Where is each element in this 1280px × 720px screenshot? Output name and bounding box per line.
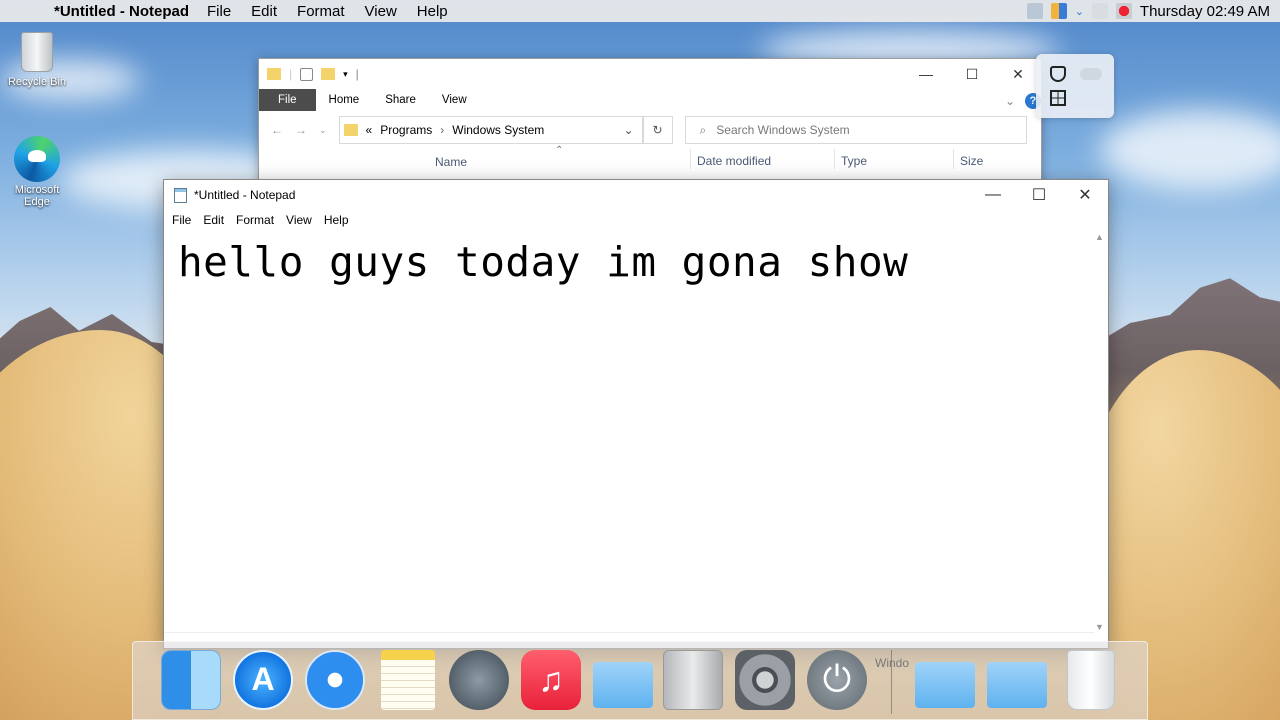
edge-icon (14, 136, 60, 182)
column-type[interactable]: Type (834, 149, 867, 169)
folder-icon (267, 68, 281, 80)
notepad-close-button[interactable]: ✕ (1062, 180, 1108, 210)
folder-icon (343, 124, 358, 136)
notepad-title: *Untitled - Notepad (194, 188, 296, 202)
vertical-scrollbar[interactable]: ▲ ▼ (1092, 230, 1108, 634)
explorer-address-row: ← → ⌄ « Programs › Windows System ⌄ ↻ ⌕ … (259, 111, 1041, 149)
documents-folder-icon[interactable] (987, 662, 1047, 708)
ribbon-tab-file[interactable]: File (259, 89, 316, 111)
file-list-header: ⌃ Name Date modified Type Size (259, 145, 1041, 175)
breadcrumb-item-windows-system[interactable]: Windows System (452, 123, 544, 137)
desktop-icon-microsoft-edge[interactable]: Microsoft Edge (0, 136, 74, 208)
notepad-menu-format[interactable]: Format (230, 213, 280, 227)
volume-muted-icon[interactable] (1115, 3, 1132, 19)
dock: A ♫ ⏻ Windo (132, 641, 1148, 720)
explorer-close-button[interactable]: ✕ (995, 59, 1041, 89)
menubar-help[interactable]: Help (417, 3, 448, 20)
desktop-icon-label: Recycle Bin (7, 76, 67, 88)
app-store-icon[interactable]: A (233, 650, 293, 710)
chevron-down-icon[interactable]: ⌄ (1075, 5, 1084, 18)
notepad-menubar: File Edit Format View Help (164, 210, 1108, 230)
back-arrow-icon[interactable]: ← (271, 123, 283, 137)
notepad-titlebar: *Untitled - Notepad (164, 180, 1108, 210)
grid-icon[interactable] (1050, 90, 1066, 106)
scroll-down-icon[interactable]: ▼ (1095, 622, 1104, 632)
notepad-menu-file[interactable]: File (166, 213, 197, 227)
network-icon[interactable] (1091, 3, 1108, 19)
desktop-icon-recycle-bin[interactable]: Recycle Bin (0, 32, 74, 88)
column-name[interactable]: Name (435, 155, 467, 169)
breadcrumb-prefix: « (365, 123, 373, 137)
store-tray-icon[interactable] (1050, 3, 1067, 19)
ribbon-tab-share[interactable]: Share (372, 89, 429, 111)
dock-ghost-label: Windo (875, 656, 910, 670)
notepad-tray-icon[interactable] (1026, 3, 1043, 19)
menubar-format[interactable]: Format (297, 3, 345, 20)
mac-menubar: *Untitled - Notepad File Edit Format Vie… (0, 0, 1280, 22)
safari-icon[interactable] (305, 650, 365, 710)
search-placeholder: Search Windows System (716, 123, 850, 137)
menubar-app-name[interactable]: *Untitled - Notepad (54, 3, 189, 20)
scroll-up-icon[interactable]: ▲ (1095, 232, 1104, 242)
forward-arrow-icon[interactable]: → (295, 123, 307, 137)
notepad-menu-help[interactable]: Help (318, 213, 355, 227)
column-size[interactable]: Size (953, 149, 983, 169)
menubar-edit[interactable]: Edit (251, 3, 277, 20)
refresh-icon: ↻ (652, 123, 663, 137)
library-folder-icon[interactable] (593, 662, 653, 708)
search-input[interactable]: ⌕ Search Windows System (684, 116, 1027, 144)
new-folder-icon[interactable] (321, 68, 336, 80)
tray-overflow-popup (1036, 54, 1114, 118)
recent-locations-icon[interactable]: ⌄ (319, 125, 327, 136)
mac-pro-icon[interactable] (663, 650, 723, 710)
properties-icon[interactable] (300, 67, 314, 81)
notepad-icon (174, 187, 187, 203)
trash-icon[interactable] (1067, 650, 1115, 710)
ribbon-tab-home[interactable]: Home (316, 89, 373, 111)
address-dropdown-icon[interactable]: ⌄ (623, 123, 633, 137)
shield-icon[interactable] (1050, 66, 1066, 82)
address-bar[interactable]: « Programs › Windows System ⌄ (338, 116, 643, 144)
notepad-window: *Untitled - Notepad — ☐ ✕ File Edit Form… (163, 179, 1109, 649)
menubar-view[interactable]: View (365, 3, 397, 20)
desktop-icon-label: Microsoft Edge (14, 184, 60, 208)
explorer-maximize-button[interactable]: ☐ (949, 59, 995, 89)
power-icon[interactable]: ⏻ (807, 650, 867, 710)
explorer-ribbon: File Home Share View (259, 89, 1041, 111)
notepad-menu-view[interactable]: View (280, 213, 318, 227)
menubar-file[interactable]: File (207, 3, 231, 20)
launchpad-icon[interactable] (449, 650, 509, 710)
windows-folder-icon[interactable] (915, 662, 975, 708)
notes-icon[interactable] (381, 650, 435, 710)
expand-ribbon-icon[interactable]: ⌄ (1005, 94, 1015, 108)
cloud-icon[interactable] (1080, 68, 1102, 80)
menubar-clock[interactable]: Thursday 02:49 AM (1140, 3, 1270, 20)
breadcrumb-item-programs[interactable]: Programs (380, 123, 432, 137)
explorer-minimize-button[interactable]: — (903, 59, 949, 89)
refresh-button[interactable]: ↻ (642, 116, 673, 144)
recycle-bin-icon (21, 32, 53, 72)
notepad-text-area[interactable]: hello guys today im gona show (178, 238, 908, 286)
customize-toolbar-icon[interactable]: ▾ (343, 69, 348, 80)
notepad-menu-edit[interactable]: Edit (197, 213, 230, 227)
system-preferences-icon[interactable] (735, 650, 795, 710)
music-icon[interactable]: ♫ (521, 650, 581, 710)
notepad-maximize-button[interactable]: ☐ (1016, 180, 1062, 210)
search-icon: ⌕ (699, 122, 707, 137)
finder-icon[interactable] (161, 650, 221, 710)
sort-ascending-icon: ⌃ (555, 145, 564, 156)
breadcrumb-separator: › (440, 123, 445, 137)
ribbon-tab-view[interactable]: View (429, 89, 480, 111)
column-date-modified[interactable]: Date modified (690, 149, 771, 169)
notepad-minimize-button[interactable]: — (970, 180, 1016, 210)
dock-separator (891, 650, 892, 714)
